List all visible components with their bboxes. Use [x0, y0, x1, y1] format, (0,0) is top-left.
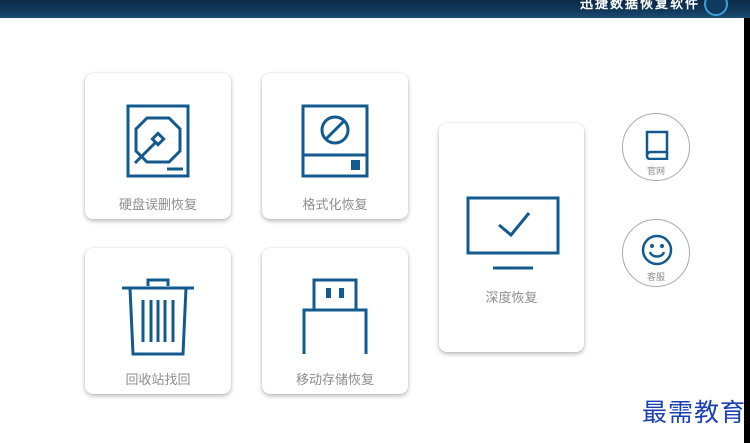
- globe-icon: [704, 0, 728, 16]
- website-label: 官网: [646, 167, 665, 177]
- usb-recovery-label: 移动存储恢复: [295, 373, 374, 388]
- disk-recovery-card[interactable]: 硬盘误删恢复: [85, 73, 231, 219]
- recycle-bin-label: 回收站找回: [125, 373, 191, 388]
- usb-recovery-card[interactable]: 移动存储恢复: [262, 248, 408, 394]
- format-recovery-label: 格式化恢复: [302, 198, 368, 213]
- title-bar: 迅捷数据恢复软件: [0, 0, 750, 18]
- recycle-bin-icon: [122, 278, 194, 356]
- watermark: 最需教育: [641, 398, 746, 427]
- monitor-check-icon: [466, 196, 560, 270]
- book-icon: [645, 130, 669, 160]
- customer-service-button[interactable]: 客服: [622, 219, 690, 287]
- format-recovery-card[interactable]: 格式化恢复: [262, 73, 408, 219]
- hard-disk-icon: [126, 104, 190, 178]
- smiley-icon: [641, 234, 673, 266]
- customer-service-label: 客服: [646, 273, 665, 283]
- usb-drive-icon: [302, 278, 368, 354]
- app-title: 迅捷数据恢复软件: [579, 0, 700, 12]
- deep-recovery-label: 深度恢复: [485, 291, 538, 306]
- recycle-bin-card[interactable]: 回收站找回: [85, 248, 231, 394]
- format-disk-icon: [301, 104, 369, 178]
- deep-recovery-card[interactable]: 深度恢复: [439, 123, 584, 352]
- window-edge: [744, 18, 750, 443]
- website-button[interactable]: 官网: [622, 113, 690, 181]
- disk-recovery-label: 硬盘误删恢复: [118, 198, 197, 213]
